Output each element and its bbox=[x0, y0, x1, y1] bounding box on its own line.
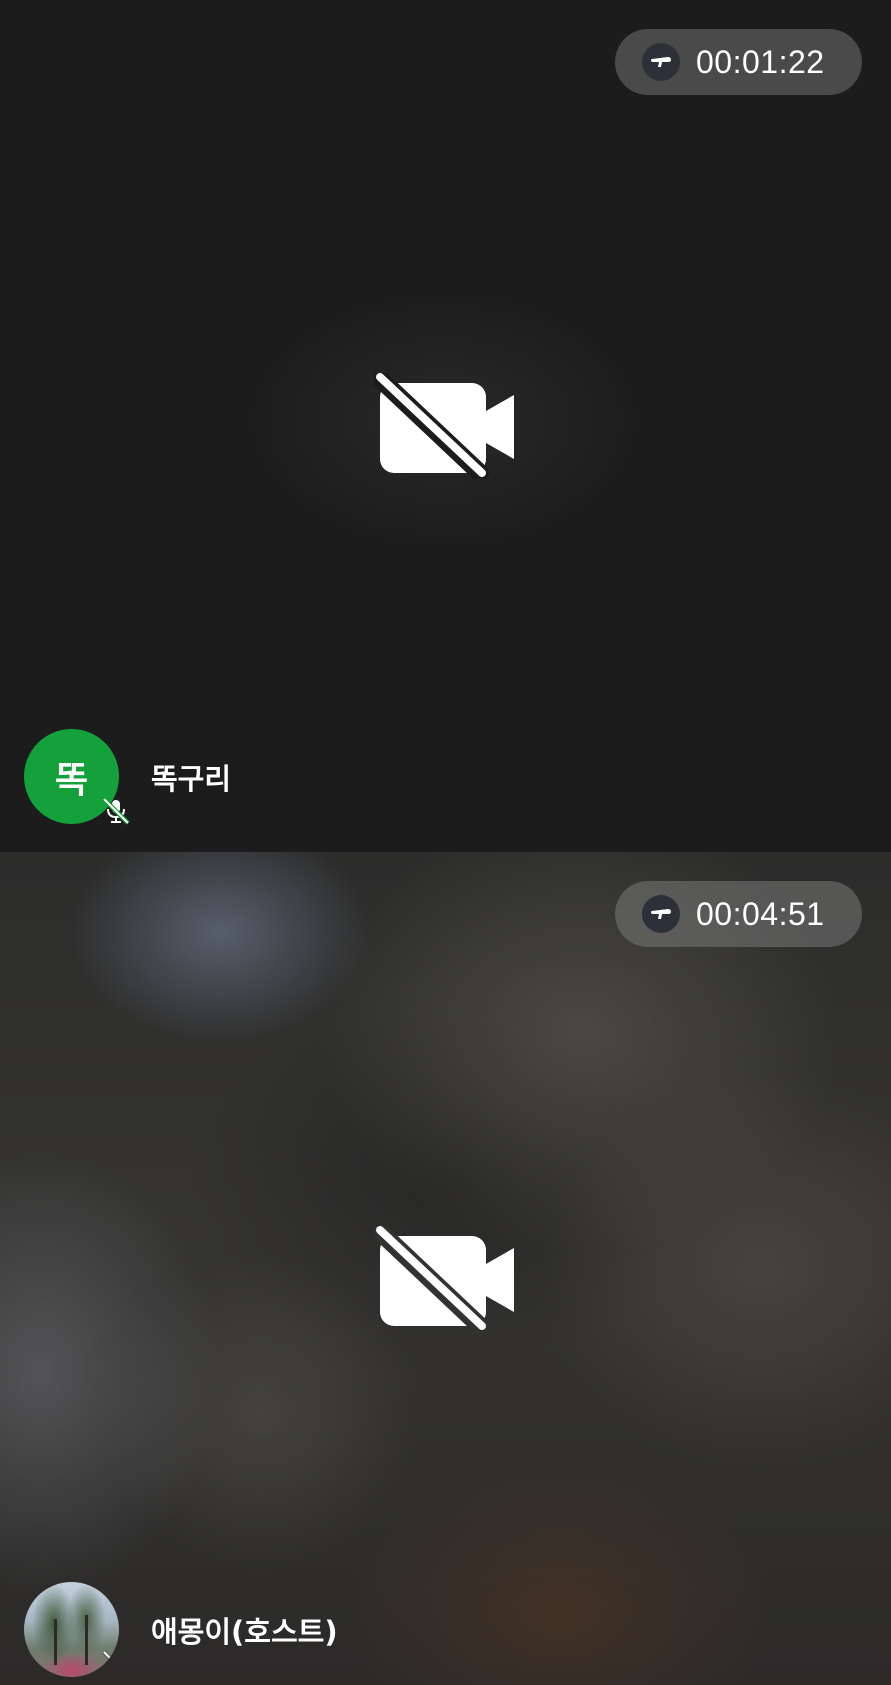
participant-info: 애몽이(호스트) bbox=[24, 1582, 338, 1677]
recording-icon bbox=[642, 895, 680, 933]
participant-video-tile-2[interactable]: 00:04:51 애몽이(호스트) bbox=[0, 852, 891, 1685]
avatar: 똑 bbox=[24, 729, 130, 825]
call-timer-badge: 00:04:51 bbox=[615, 881, 862, 947]
mic-off-icon bbox=[102, 1650, 119, 1676]
participant-name: 애몽이(호스트) bbox=[151, 1614, 338, 1649]
avatar-initial: 똑 bbox=[54, 759, 89, 801]
participant-video-tile-1[interactable]: 00:01:22 똑 똑구리 bbox=[0, 0, 891, 852]
avatar bbox=[24, 1582, 119, 1677]
mic-off-icon bbox=[102, 797, 130, 825]
avatar-tree-detail bbox=[54, 1619, 57, 1665]
avatar-tree-detail bbox=[85, 1615, 88, 1665]
call-timer-text: 00:04:51 bbox=[696, 895, 825, 932]
call-timer-text: 00:01:22 bbox=[696, 43, 825, 80]
participant-info: 똑 똑구리 bbox=[24, 729, 232, 825]
participant-name: 똑구리 bbox=[151, 761, 232, 796]
video-camera-off-icon bbox=[374, 373, 514, 479]
video-camera-off-icon bbox=[374, 1226, 514, 1332]
recording-icon bbox=[642, 43, 680, 81]
call-timer-badge: 00:01:22 bbox=[615, 29, 862, 95]
